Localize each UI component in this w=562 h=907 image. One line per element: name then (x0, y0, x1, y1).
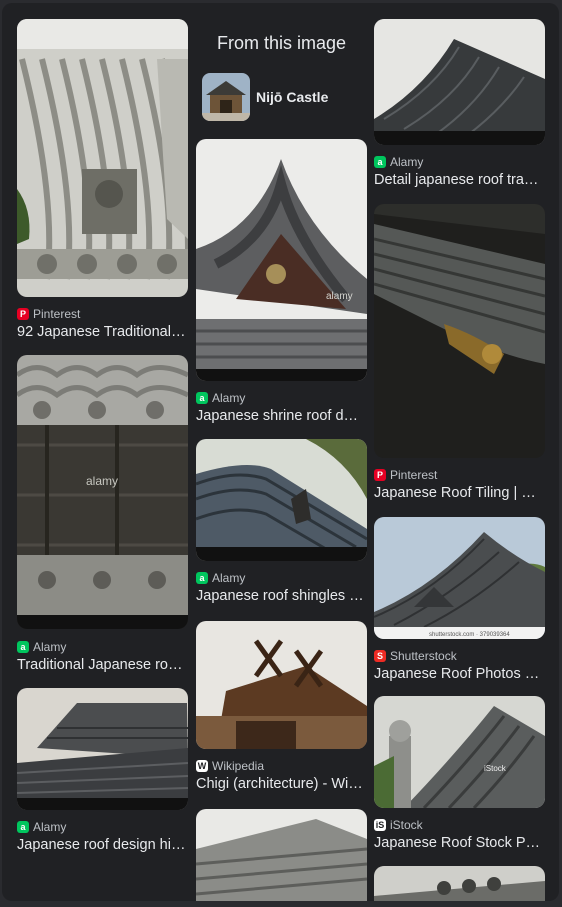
alamy-icon: a (17, 821, 29, 833)
result-thumbnail[interactable]: alamy (196, 139, 367, 381)
result-thumbnail[interactable] (17, 19, 188, 297)
result-thumbnail[interactable]: shutterstock.com · 379039364 (374, 517, 545, 639)
entity-name[interactable]: Nijō Castle (256, 89, 328, 105)
result-title[interactable]: Chigi (architecture) - Wi… (196, 776, 367, 792)
shutterstock-icon: S (374, 650, 386, 662)
result-thumbnail[interactable] (374, 204, 545, 458)
pinterest-icon: P (374, 469, 386, 481)
visual-search-results-panel: P Pinterest 92 Japanese Traditional… ala… (2, 3, 559, 901)
result-title[interactable]: Traditional Japanese ro… (17, 657, 188, 673)
source-label: Alamy (33, 820, 67, 834)
result-source: P Pinterest (374, 468, 437, 482)
result-thumbnail[interactable] (196, 809, 367, 901)
source-label: Alamy (212, 391, 246, 405)
result-title[interactable]: Japanese shrine roof d… (196, 408, 367, 424)
result-source: a Alamy (374, 155, 423, 169)
source-label: Wikipedia (212, 759, 265, 773)
alamy-icon: a (17, 641, 29, 653)
result-title[interactable]: Japanese roof design hi… (17, 837, 188, 853)
from-this-image-heading: From this image (216, 33, 347, 53)
result-title[interactable]: Japanese Roof Tiling | … (374, 485, 545, 501)
result-title[interactable]: Japanese Roof Photos … (374, 666, 545, 682)
result-thumbnail[interactable] (196, 621, 367, 749)
result-thumbnail[interactable]: iStock (374, 696, 545, 808)
svg-text:shutterstock.com · 379039364: shutterstock.com · 379039364 (429, 632, 510, 638)
result-title[interactable]: Japanese Roof Stock P… (374, 835, 545, 851)
entity-thumbnail (202, 73, 250, 121)
result-source: S Shutterstock (374, 649, 457, 663)
result-source: iS iStock (374, 818, 423, 832)
source-label: Alamy (390, 155, 424, 169)
result-source: W Wikipedia (196, 759, 264, 773)
source-label: iStock (390, 818, 423, 832)
result-source: a Alamy (17, 640, 66, 654)
result-title[interactable]: Detail japanese roof tra… (374, 172, 545, 188)
result-thumbnail[interactable]: alamy (17, 355, 188, 629)
wikipedia-icon: W (196, 760, 208, 772)
result-title[interactable]: 92 Japanese Traditional… (17, 324, 188, 340)
result-source: a Alamy (17, 820, 66, 834)
svg-text:alamy: alamy (86, 474, 118, 488)
source-label: Shutterstock (390, 649, 457, 663)
source-label: Pinterest (33, 307, 81, 321)
svg-text:iStock: iStock (484, 764, 507, 773)
pinterest-icon: P (17, 308, 29, 320)
result-source: a Alamy (196, 571, 245, 585)
result-thumbnail[interactable] (374, 19, 545, 145)
source-label: Alamy (212, 571, 246, 585)
source-label: Pinterest (390, 468, 438, 482)
result-title[interactable]: Japanese roof shingles … (196, 588, 367, 604)
result-thumbnail[interactable] (17, 688, 188, 810)
svg-text:alamy: alamy (326, 291, 353, 302)
result-thumbnail[interactable] (374, 866, 545, 901)
istock-icon: iS (374, 819, 386, 831)
entity-chip[interactable]: Nijō Castle (202, 73, 328, 121)
result-source: P Pinterest (17, 307, 80, 321)
alamy-icon: a (374, 156, 386, 168)
source-label: Alamy (33, 640, 67, 654)
result-source: a Alamy (196, 391, 245, 405)
result-thumbnail[interactable] (196, 439, 367, 561)
alamy-icon: a (196, 392, 208, 404)
alamy-icon: a (196, 572, 208, 584)
